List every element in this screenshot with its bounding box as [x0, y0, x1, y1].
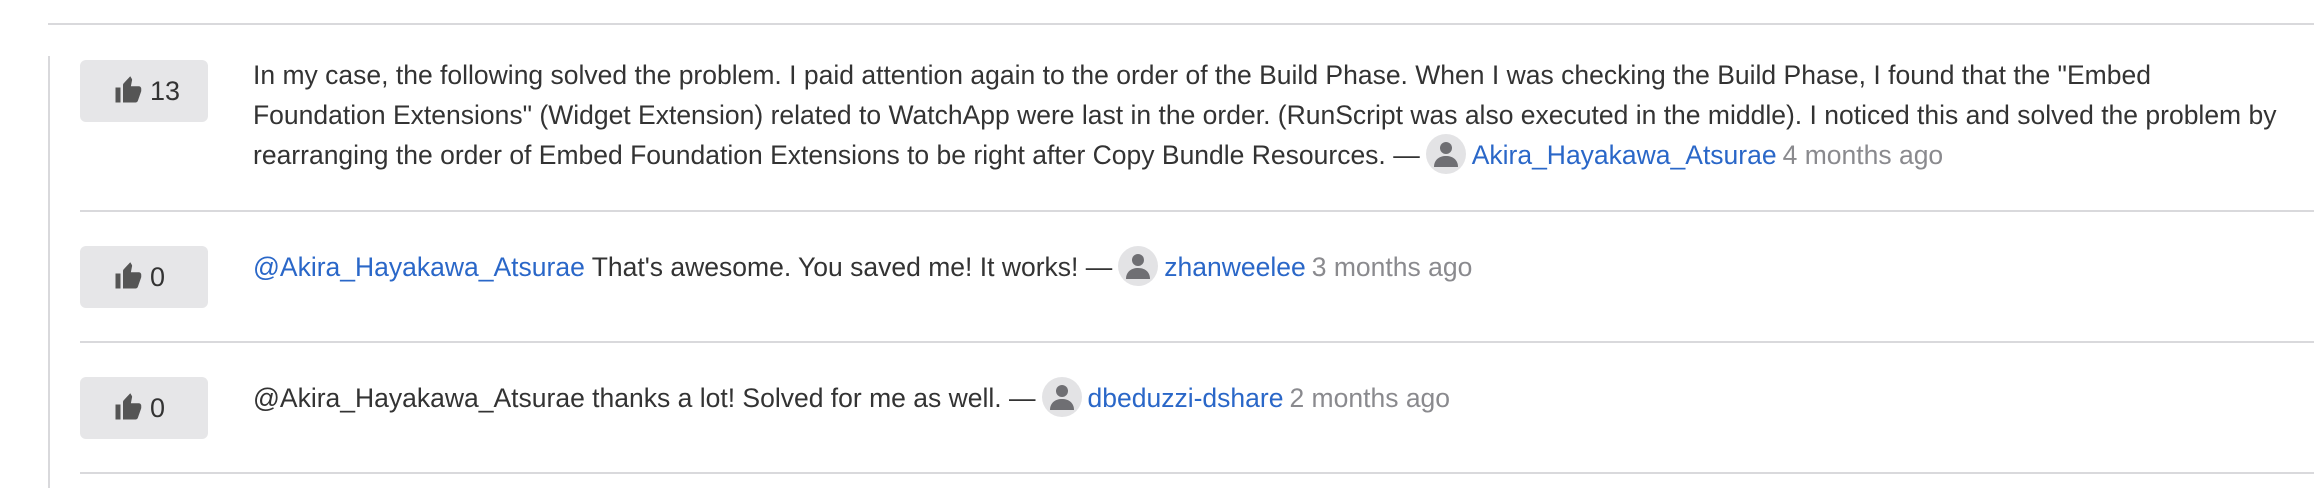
thumbs-up-icon — [115, 262, 142, 289]
author-separator: — — [1393, 140, 1420, 170]
comment-text: That's awesome. You saved me! It works! — [591, 252, 1079, 282]
mention-link[interactable]: @Akira_Hayakawa_Atsurae — [253, 252, 585, 282]
author-link[interactable]: Akira_Hayakawa_Atsurae — [1472, 140, 1777, 170]
timestamp: 3 months ago — [1311, 252, 1473, 282]
comment-item: 0 @Akira_Hayakawa_Atsurae That's awesome… — [80, 212, 2314, 343]
comment-text: @Akira_Hayakawa_Atsurae thanks a lot! So… — [253, 383, 1002, 413]
avatar — [1041, 377, 1082, 417]
comment-item: 0 @Akira_Hayakawa_Atsurae thanks a lot! … — [80, 343, 2314, 474]
upvote-button[interactable]: 13 — [80, 60, 208, 122]
user-avatar-icon — [1126, 254, 1151, 279]
vote-count: 0 — [150, 393, 166, 423]
comment-text: In my case, the following solved the pro… — [253, 60, 2277, 170]
upvote-button[interactable]: 0 — [80, 377, 208, 439]
thumbs-up-icon — [115, 76, 142, 103]
comment-item: 13 In my case, the following solved the … — [80, 25, 2314, 212]
vote-count: 0 — [150, 262, 166, 292]
author-link[interactable]: zhanweelee — [1164, 252, 1305, 282]
timestamp: 4 months ago — [1782, 140, 1944, 170]
comment-body: @Akira_Hayakawa_Atsurae thanks a lot! So… — [253, 377, 2284, 420]
vote-count: 13 — [150, 76, 181, 106]
thread-indent-line — [48, 56, 50, 488]
timestamp: 2 months ago — [1289, 383, 1451, 413]
comment-body: In my case, the following solved the pro… — [253, 55, 2284, 177]
user-avatar-icon — [1433, 142, 1458, 167]
author-separator: — — [1085, 252, 1113, 282]
avatar — [1118, 246, 1159, 286]
upvote-button[interactable]: 0 — [80, 246, 208, 308]
thumbs-up-icon — [115, 393, 142, 420]
author-separator: — — [1009, 383, 1036, 413]
comment-body: @Akira_Hayakawa_Atsurae That's awesome. … — [253, 246, 2284, 289]
comment-list: 13 In my case, the following solved the … — [80, 25, 2314, 474]
user-avatar-icon — [1049, 385, 1074, 410]
author-link[interactable]: dbeduzzi-dshare — [1088, 383, 1284, 413]
avatar — [1425, 134, 1466, 174]
